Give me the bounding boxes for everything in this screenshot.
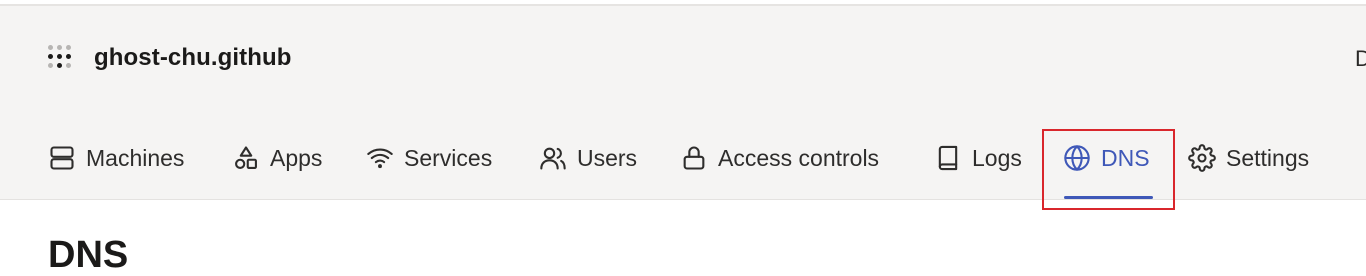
tab-logs[interactable]: Logs	[934, 132, 1022, 184]
main-nav: Machines Apps Services Users Access cont…	[0, 132, 1366, 194]
tab-apps-label: Apps	[270, 144, 323, 171]
tab-settings-label: Settings	[1226, 144, 1310, 171]
users-icon	[540, 147, 566, 170]
tab-machines[interactable]: Machines	[48, 132, 184, 184]
tab-machines-label: Machines	[86, 144, 185, 171]
active-tab-indicator	[1064, 196, 1153, 199]
tab-apps[interactable]: Apps	[232, 132, 322, 184]
tab-access-controls-label: Access controls	[718, 144, 880, 171]
page-title: DNS	[48, 234, 129, 276]
tab-dns-label: DNS	[1101, 144, 1150, 171]
tailscale-logo-icon	[48, 44, 76, 72]
tab-users[interactable]: Users	[539, 132, 637, 184]
globe-icon	[1064, 145, 1090, 171]
tailnet-name: ghost-chu.github	[94, 44, 292, 71]
lock-icon	[683, 146, 705, 170]
gear-icon	[1188, 144, 1216, 172]
apps-shapes-icon	[235, 146, 257, 169]
header-edge-text[interactable]: D	[1355, 46, 1366, 72]
server-icon	[50, 146, 74, 170]
tab-users-label: Users	[577, 144, 638, 171]
tab-access-controls[interactable]: Access controls	[680, 132, 879, 184]
tab-logs-label: Logs	[972, 144, 1022, 171]
tab-services[interactable]: Services	[366, 132, 492, 184]
tab-settings[interactable]: Settings	[1188, 132, 1309, 184]
wifi-icon	[367, 148, 393, 169]
tab-services-label: Services	[404, 144, 493, 171]
tab-dns[interactable]: DNS	[1063, 132, 1150, 184]
book-icon	[938, 145, 958, 171]
brand[interactable]: ghost-chu.github	[48, 44, 292, 72]
